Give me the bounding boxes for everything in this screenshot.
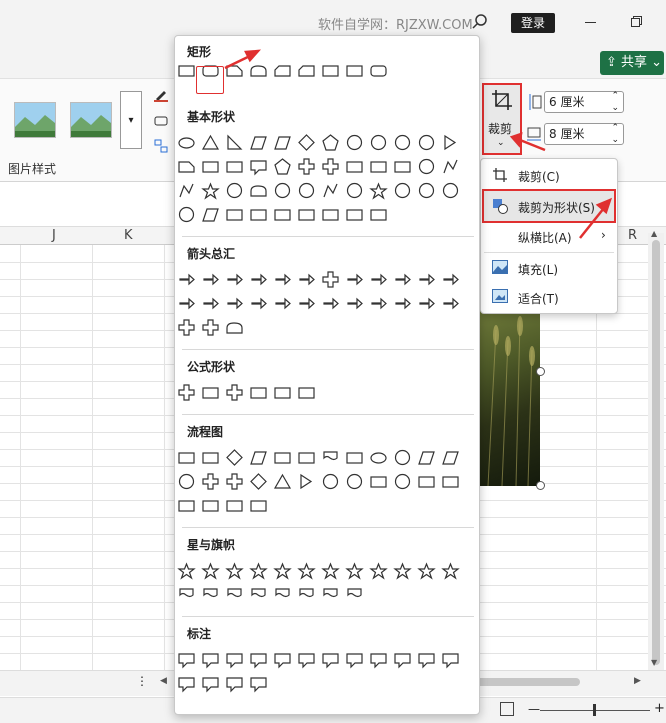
annotation-arrows [224, 49, 613, 239]
